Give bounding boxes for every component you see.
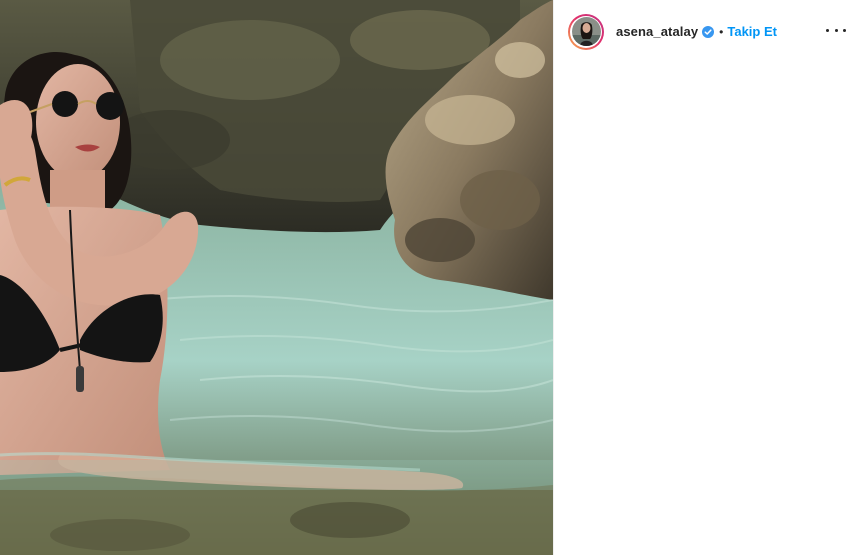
more-options-dot: [834, 28, 838, 32]
more-options-dot: [843, 28, 846, 32]
verified-badge-icon: [702, 25, 715, 38]
avatar-story-ring[interactable]: [568, 13, 604, 50]
author-username[interactable]: asena_atalay: [616, 24, 698, 39]
post-photo-illustration: [0, 0, 553, 555]
follow-button[interactable]: Takip Et: [727, 24, 777, 39]
post-photo[interactable]: [0, 0, 553, 555]
post-sidebar: asena_atalay • Takip Et: [553, 0, 852, 555]
more-options-icon[interactable]: [826, 22, 846, 38]
post-header: asena_atalay • Takip Et: [554, 0, 852, 63]
avatar-illustration: [571, 17, 601, 46]
avatar[interactable]: [571, 17, 601, 46]
more-options-dot: [826, 28, 829, 32]
instagram-post: asena_atalay • Takip Et: [0, 0, 852, 555]
header-separator: •: [719, 24, 724, 39]
avatar-border: [570, 15, 602, 48]
